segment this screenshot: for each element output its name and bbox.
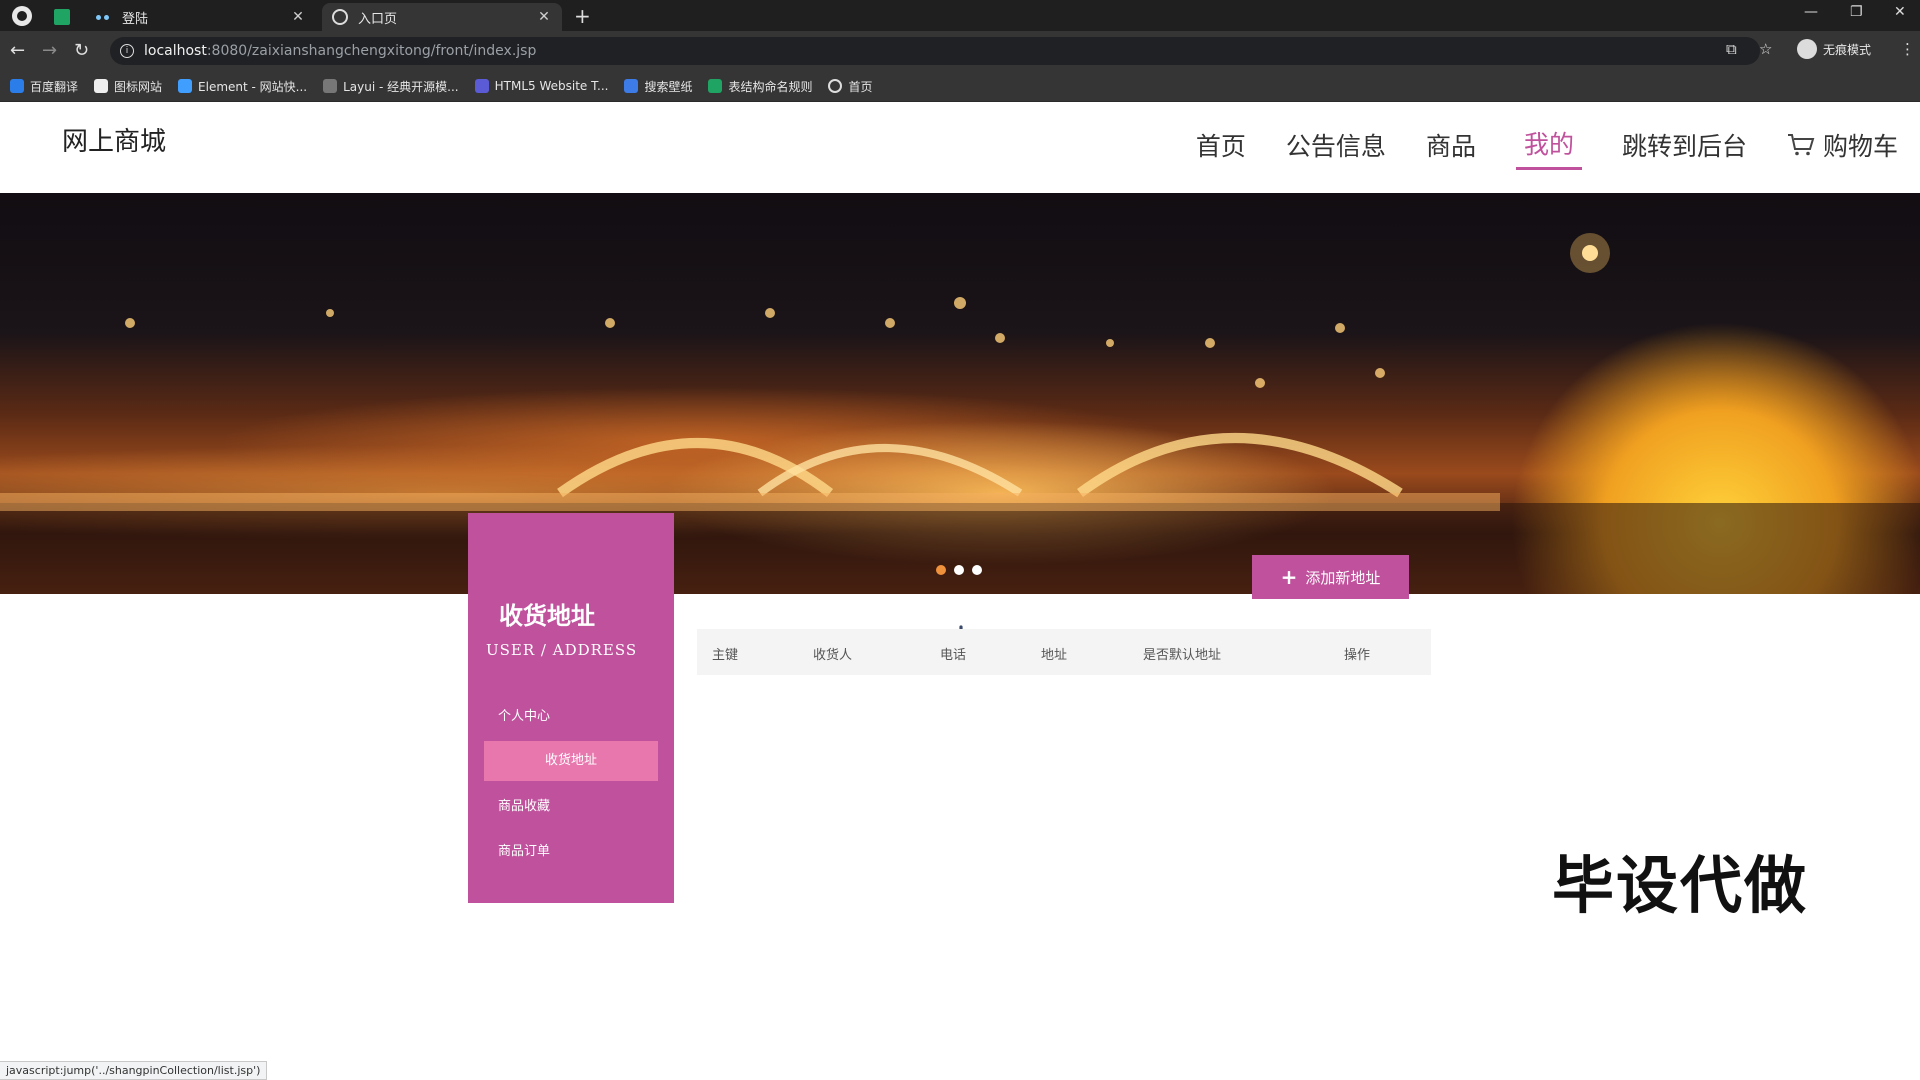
new-tab-icon[interactable]: + [574,4,591,28]
bookmark-item[interactable]: 图标网站 [94,78,162,95]
layui-icon [323,79,338,93]
nav-products[interactable]: 商品 [1426,127,1476,169]
add-address-label: 添加新地址 [1305,568,1381,587]
bookmark-label: Element - 网站快... [198,79,308,94]
element-icon [178,79,193,93]
minimize-icon[interactable]: — [1804,4,1818,20]
wallpaper-icon [624,79,639,93]
tab-entry[interactable]: 入口页 ✕ [322,3,562,31]
bookmark-label: 首页 [848,79,873,94]
th-phone: 电话 [940,648,967,663]
restore-icon[interactable]: ❐ [1850,4,1863,20]
sidebar-item-address[interactable]: 收货地址 [484,741,658,781]
cart-icon [1787,133,1815,155]
translate-icon[interactable]: ⧉ [1726,40,1737,58]
more-icon[interactable]: ⋮ [1900,40,1915,58]
carousel-dots [936,565,990,575]
forward-icon[interactable]: → [42,40,57,61]
incognito-badge[interactable]: 无痕模式 [1797,39,1871,59]
tab-label: 登陆 [122,11,149,27]
tab-label: 入口页 [358,11,398,27]
close-icon[interactable]: ✕ [290,9,306,25]
th-address: 地址 [1041,648,1068,663]
nav-mine[interactable]: 我的 [1515,125,1582,170]
bookmark-item[interactable]: 百度翻译 [10,78,78,95]
nav-admin[interactable]: 跳转到后台 [1622,127,1747,169]
info-icon[interactable]: i [120,44,134,58]
address-table-header: 主键 收货人 电话 地址 是否默认地址 操作 [697,629,1431,675]
carousel-dot[interactable] [954,565,964,575]
cart-label: 购物车 [1822,131,1898,161]
bookmarks-bar: 百度翻译 图标网站 Element - 网站快... Layui - 经典开源模… [0,71,1920,102]
globe-icon [332,9,348,25]
window-close-icon[interactable]: ✕ [1894,4,1906,20]
site-logo[interactable]: 网上商城 [62,121,166,158]
sheet-icon [708,79,723,93]
tab-login[interactable]: 登陆 ✕ [86,3,316,31]
bookmark-label: 表结构命名规则 [728,79,813,94]
bookmark-label: 百度翻译 [30,79,79,94]
star-icon[interactable]: ☆ [1759,40,1772,58]
nav-announcements[interactable]: 公告信息 [1286,127,1386,169]
dots-icon [96,9,112,25]
sidebar-item-collection[interactable]: 商品收藏 [484,787,658,827]
bookmark-item[interactable]: 首页 [828,78,873,95]
carousel-dot[interactable] [972,565,982,575]
plus-icon: + [1280,565,1298,589]
close-icon[interactable]: ✕ [536,9,552,25]
bookmark-item[interactable]: 搜索壁纸 [624,78,692,95]
incognito-label: 无痕模式 [1823,42,1872,57]
bookmark-item[interactable]: Layui - 经典开源模... [323,78,459,95]
address-bar[interactable]: i localhost:8080/zaixianshangchengxitong… [110,37,1760,65]
bookmark-label: Layui - 经典开源模... [343,79,459,94]
browser-toolbar: ← → ↻ i localhost:8080/zaixianshangcheng… [0,31,1920,71]
flag-icon [94,79,109,93]
browser-menu-icon[interactable] [12,6,32,26]
sheet-icon [54,9,70,25]
add-address-button[interactable]: + 添加新地址 [1252,555,1409,599]
th-id: 主键 [712,648,739,663]
banner-carousel[interactable] [0,193,1920,594]
url-path: :8080/zaixianshangchengxitong/front/inde… [206,43,537,59]
banner-image [0,233,1920,594]
sidebar-item-profile[interactable]: 个人中心 [484,697,658,737]
back-icon[interactable]: ← [10,40,25,61]
globe-icon [828,79,843,93]
bookmark-item[interactable]: Element - 网站快... [178,78,307,95]
th-receiver: 收货人 [813,648,853,663]
bookmark-item[interactable]: HTML5 Website T... [474,79,609,93]
bookmark-label: 图标网站 [114,79,163,94]
browser-tab-bar: 登陆 ✕ 入口页 ✕ + — ❐ ✕ [0,0,1920,31]
reload-icon[interactable]: ↻ [74,40,89,61]
html5-icon [474,79,489,93]
status-bar: javascript:jump('../shangpinCollection/l… [0,1061,268,1080]
translate-bookmark-icon [10,79,24,93]
sidebar-item-orders[interactable]: 商品订单 [484,832,658,872]
th-default: 是否默认地址 [1143,648,1222,663]
carousel-dot[interactable] [936,565,946,575]
bookmark-label: HTML5 Website T... [494,79,609,93]
sidebar-title: 收货地址 [499,602,595,630]
tab-sheet[interactable] [44,3,84,31]
th-actions: 操作 [1344,648,1371,663]
user-sidebar: 收货地址 USER / ADDRESS 个人中心 收货地址 商品收藏 商品订单 [468,513,674,903]
main-nav: 首页 公告信息 商品 我的 跳转到后台 购物车 [1156,125,1898,170]
web-page: 网上商城 首页 公告信息 商品 我的 跳转到后台 购物车 [0,102,1920,1080]
sidebar-subtitle: USER / ADDRESS [486,641,638,659]
bookmark-label: 搜索壁纸 [644,79,693,94]
url-text: localhost:8080/zaixianshangchengxitong/f… [144,43,536,59]
nav-home[interactable]: 首页 [1196,127,1246,169]
watermark-text: 毕设代做 [1552,849,1809,922]
bookmark-item[interactable]: 表结构命名规则 [708,78,812,95]
site-header: 网上商城 首页 公告信息 商品 我的 跳转到后台 购物车 [0,102,1920,193]
incognito-icon [1797,39,1817,59]
url-host: localhost [144,43,207,59]
nav-cart[interactable]: 购物车 [1787,127,1898,169]
